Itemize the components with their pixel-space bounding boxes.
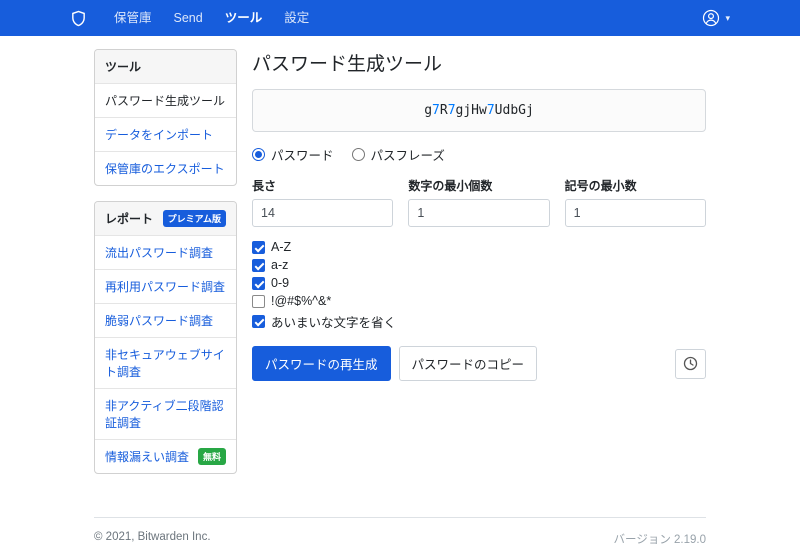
sidebar-item-import-data[interactable]: データをインポート — [95, 117, 236, 151]
generated-password: g7R7gjHw7UdbGj — [252, 89, 706, 132]
sidebar-item-label: 非アクティブ二段階認証調査 — [105, 399, 224, 430]
generator-type-options: パスワード パスフレーズ — [252, 145, 706, 164]
nav-item-tools[interactable]: ツール — [214, 0, 274, 36]
action-buttons: パスワードの再生成 パスワードのコピー — [252, 346, 706, 381]
sidebar-item-label: 再利用パスワード調査 — [105, 280, 226, 294]
radio-password-control — [252, 148, 265, 161]
checkbox-avoid-ambiguous[interactable]: あいまいな文字を省く — [252, 312, 706, 331]
number-fields: 長さ 数字の最小個数 記号の最小数 — [252, 177, 706, 227]
checkbox-label: 0-9 — [271, 276, 290, 290]
radio-passphrase-label: パスフレーズ — [370, 149, 445, 163]
min-numbers-input[interactable] — [408, 199, 550, 227]
premium-badge: プレミアム版 — [162, 210, 226, 227]
charset-options: A-Z a-z 0-9 !@#$%^&* あいまいな文字を省く — [252, 240, 706, 331]
clock-history-icon — [683, 356, 698, 371]
account-menu-button[interactable]: ▾ — [702, 9, 730, 27]
free-badge: 無料 — [197, 448, 226, 465]
checkbox-uppercase-control — [252, 240, 265, 254]
min-numbers-field-group: 数字の最小個数 — [408, 177, 550, 227]
checkbox-lowercase-control — [252, 258, 265, 272]
sidebar-item-password-generator[interactable]: パスワード生成ツール — [95, 83, 236, 117]
sidebar: ツール パスワード生成ツール データをインポート 保管庫のエクスポート レポート… — [94, 49, 237, 489]
checkbox-avoid-ambiguous-control — [252, 315, 265, 328]
nav-item-vault[interactable]: 保管庫 — [103, 0, 163, 36]
reports-card: レポート プレミアム版 流出パスワード調査 再利用パスワード調査 脆弱パスワード… — [94, 201, 237, 474]
checkbox-lowercase[interactable]: a-z — [252, 258, 706, 272]
sidebar-item-label: 流出パスワード調査 — [105, 246, 214, 260]
checkbox-symbols[interactable]: !@#$%^&* — [252, 294, 706, 308]
sidebar-item-label: 非セキュアウェブサイト調査 — [105, 348, 225, 379]
radio-password-label: パスワード — [271, 149, 334, 163]
checkbox-numbers[interactable]: 0-9 — [252, 276, 706, 290]
length-input[interactable] — [252, 199, 394, 227]
min-symbols-field-group: 記号の最小数 — [564, 177, 706, 227]
tools-card: ツール パスワード生成ツール データをインポート 保管庫のエクスポート — [94, 49, 237, 186]
sidebar-item-unsecured-websites-report[interactable]: 非セキュアウェブサイト調査 — [95, 337, 236, 388]
page-title: パスワード生成ツール — [252, 54, 443, 75]
nav-item-settings[interactable]: 設定 — [273, 0, 320, 36]
checkbox-uppercase[interactable]: A-Z — [252, 240, 706, 254]
checkbox-label: !@#$%^&* — [271, 294, 332, 308]
regenerate-password-button[interactable]: パスワードの再生成 — [252, 346, 391, 381]
sidebar-item-data-breach-report[interactable]: 情報漏えい調査 無料 — [95, 439, 236, 473]
sidebar-item-weak-passwords-report[interactable]: 脆弱パスワード調査 — [95, 303, 236, 337]
checkbox-label: a-z — [271, 258, 289, 272]
reports-card-header: レポート プレミアム版 — [95, 202, 236, 235]
length-field-group: 長さ — [252, 177, 394, 227]
sidebar-item-export-vault[interactable]: 保管庫のエクスポート — [95, 151, 236, 185]
footer: © 2021, Bitwarden Inc. バージョン 2.19.0 — [94, 517, 706, 547]
copyright-text: © 2021, Bitwarden Inc. — [94, 531, 211, 543]
tools-card-header: ツール — [95, 50, 236, 83]
version-text: バージョン 2.19.0 — [613, 534, 706, 546]
reports-card-title: レポート — [105, 212, 154, 226]
content-area: ツール パスワード生成ツール データをインポート 保管庫のエクスポート レポート… — [94, 36, 706, 489]
sidebar-item-exposed-passwords-report[interactable]: 流出パスワード調査 — [95, 235, 236, 269]
length-label: 長さ — [252, 179, 277, 193]
radio-password[interactable]: パスワード — [252, 145, 334, 164]
min-symbols-input[interactable] — [564, 199, 706, 227]
copy-password-button[interactable]: パスワードのコピー — [398, 346, 538, 381]
radio-passphrase-control — [351, 148, 365, 161]
avatar-icon — [702, 9, 720, 27]
sidebar-item-label: 保管庫のエクスポート — [105, 162, 225, 176]
sidebar-item-inactive-2fa-report[interactable]: 非アクティブ二段階認証調査 — [95, 388, 236, 439]
sidebar-item-label: パスワード生成ツール — [105, 94, 226, 108]
min-numbers-label: 数字の最小個数 — [408, 179, 493, 193]
min-symbols-label: 記号の最小数 — [564, 179, 637, 193]
tools-card-title: ツール — [105, 60, 142, 74]
checkbox-symbols-control — [252, 294, 265, 308]
radio-passphrase[interactable]: パスフレーズ — [351, 145, 445, 164]
checkbox-label: A-Z — [271, 240, 292, 254]
generator-panel: パスワード生成ツール g7R7gjHw7UdbGj パスワード パスフレーズ 長… — [252, 49, 706, 381]
chevron-down-icon: ▾ — [725, 12, 730, 23]
password-history-button[interactable] — [675, 348, 706, 379]
top-navbar: 保管庫 Send ツール 設定 ▾ — [0, 0, 800, 36]
sidebar-item-reused-passwords-report[interactable]: 再利用パスワード調査 — [95, 269, 236, 303]
bitwarden-shield-logo-icon[interactable] — [70, 10, 87, 27]
sidebar-item-label: 脆弱パスワード調査 — [105, 314, 214, 328]
sidebar-item-label: データをインポート — [105, 128, 214, 142]
nav-item-send[interactable]: Send — [163, 0, 214, 36]
sidebar-item-label: 情報漏えい調査 — [105, 450, 190, 464]
checkbox-numbers-control — [252, 276, 265, 290]
checkbox-label: あいまいな文字を省く — [271, 316, 397, 330]
